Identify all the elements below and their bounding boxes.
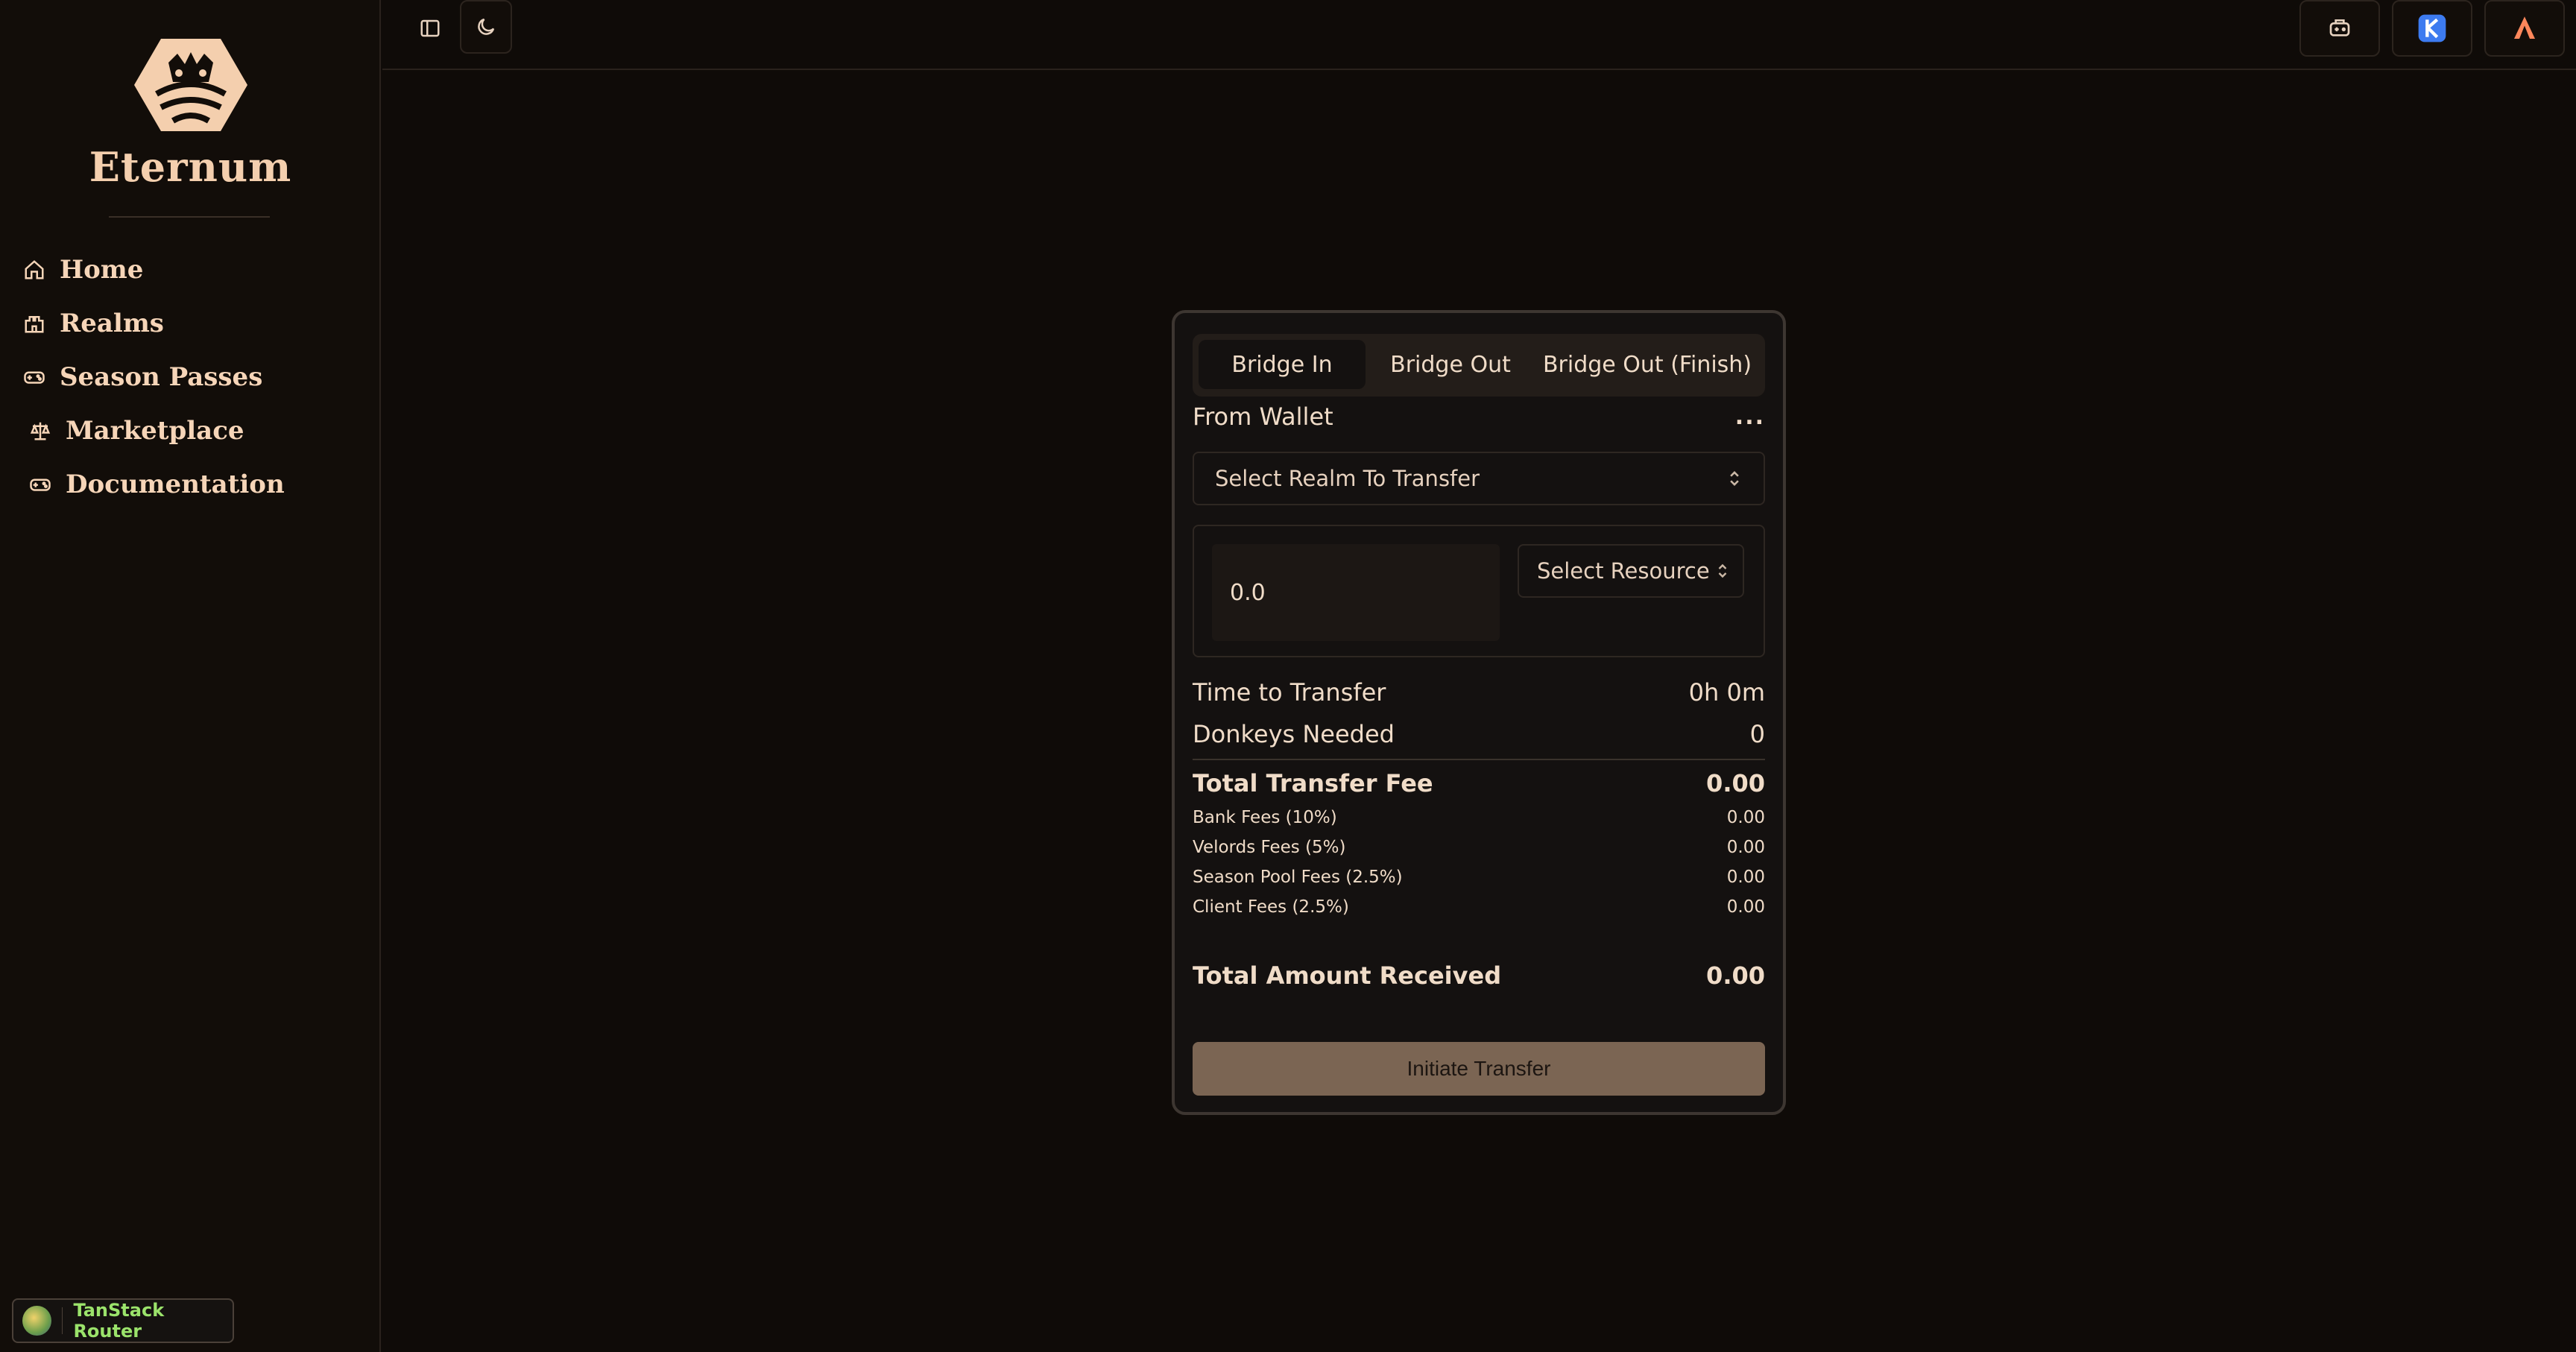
controller-icon — [2329, 19, 2350, 37]
sidebar-item-label: Documentation — [66, 470, 285, 499]
time-to-transfer-row: Time to Transfer 0h 0m — [1193, 678, 1765, 707]
resource-select[interactable]: Select Resource — [1518, 544, 1744, 598]
fee-label: Velords Fees (5%) — [1193, 838, 1346, 857]
brand-logo[interactable]: Eternum — [0, 33, 381, 191]
chevron-up-down-icon — [1718, 563, 1727, 578]
donkeys-needed-row: Donkeys Needed 0 — [1193, 720, 1765, 748]
total-received-value: 0.00 — [1706, 961, 1765, 990]
fee-row: Bank Fees (10%) 0.00 — [1193, 808, 1765, 827]
donkeys-value: 0 — [1749, 720, 1765, 748]
bridge-tabs: Bridge In Bridge Out Bridge Out (Finish) — [1193, 334, 1765, 397]
sidebar-toggle-button[interactable] — [394, 0, 466, 57]
fee-value: 0.00 — [1726, 868, 1765, 887]
fee-value: 0.00 — [1726, 808, 1765, 827]
tanstack-logo-icon — [22, 1306, 51, 1336]
bridge-card: Bridge In Bridge Out Bridge Out (Finish)… — [1172, 310, 1786, 1115]
theme-toggle-button[interactable] — [460, 0, 512, 54]
sidebar-item-marketplace[interactable]: Marketplace — [21, 404, 285, 458]
sidebar-toggle-icon — [420, 19, 440, 37]
tab-bridge-out-finish[interactable]: Bridge Out (Finish) — [1535, 340, 1759, 389]
total-fee-value: 0.00 — [1706, 769, 1765, 797]
keplr-wallet-button[interactable] — [2392, 0, 2472, 57]
brand-name: Eternum — [89, 143, 292, 191]
devtools-label: TanStack Router — [73, 1300, 165, 1342]
fee-value: 0.00 — [1726, 897, 1765, 917]
devtools-divider — [61, 1307, 63, 1334]
home-icon — [21, 256, 48, 283]
sidebar-item-home[interactable]: Home — [21, 243, 285, 297]
donkeys-label: Donkeys Needed — [1193, 720, 1395, 748]
realm-select[interactable]: Select Realm To Transfer — [1193, 452, 1765, 505]
total-fee-row: Total Transfer Fee 0.00 — [1193, 769, 1765, 797]
controller-button[interactable] — [2299, 0, 2380, 57]
fee-label: Client Fees (2.5%) — [1193, 897, 1349, 917]
fee-label: Bank Fees (10%) — [1193, 808, 1337, 827]
initiate-transfer-button[interactable]: Initiate Transfer — [1193, 1042, 1765, 1096]
amount-panel: Select Resource — [1193, 525, 1765, 657]
fees-divider — [1193, 759, 1765, 760]
logo-divider — [109, 216, 270, 218]
from-wallet-label: From Wallet — [1193, 402, 1333, 431]
sidebar-item-label: Home — [60, 255, 144, 285]
sidebar-nav: Home Realms Season Passes Marketplace Do… — [21, 243, 285, 511]
moon-icon — [478, 18, 495, 35]
amount-input[interactable] — [1212, 544, 1500, 641]
sidebar-item-season-passes[interactable]: Season Passes — [21, 350, 285, 404]
scale-icon — [27, 417, 54, 444]
total-received-row: Total Amount Received 0.00 — [1193, 961, 1765, 990]
resource-select-label: Select Resource — [1537, 558, 1710, 584]
total-fee-label: Total Transfer Fee — [1193, 769, 1433, 797]
total-received-label: Total Amount Received — [1193, 961, 1502, 990]
top-bar — [382, 0, 2576, 70]
fee-value: 0.00 — [1726, 838, 1765, 857]
k-wallet-icon — [2418, 14, 2446, 42]
fee-row: Velords Fees (5%) 0.00 — [1193, 838, 1765, 857]
fee-row: Season Pool Fees (2.5%) 0.00 — [1193, 868, 1765, 887]
from-wallet-row: From Wallet ... — [1193, 402, 1765, 431]
chevron-up-down-icon — [1730, 471, 1739, 486]
sidebar: Eternum Home Realms Season Passes Market… — [0, 0, 381, 1352]
sidebar-item-realms[interactable]: Realms — [21, 297, 285, 350]
tanstack-router-devtools-button[interactable]: TanStack Router — [12, 1298, 234, 1343]
gamepad-icon — [27, 471, 54, 498]
tab-bridge-in[interactable]: Bridge In — [1199, 340, 1366, 389]
argent-icon — [2514, 16, 2535, 39]
sidebar-item-label: Realms — [60, 309, 164, 338]
gamepad-icon — [21, 364, 48, 391]
argent-wallet-button[interactable] — [2484, 0, 2565, 57]
sidebar-item-label: Season Passes — [60, 362, 263, 392]
fee-label: Season Pool Fees (2.5%) — [1193, 868, 1403, 887]
fee-row: Client Fees (2.5%) 0.00 — [1193, 897, 1765, 917]
eternum-logo-icon — [133, 39, 247, 131]
sidebar-item-label: Marketplace — [66, 416, 244, 446]
time-value: 0h 0m — [1688, 678, 1765, 707]
tab-bridge-out[interactable]: Bridge Out — [1368, 340, 1532, 389]
realm-select-label: Select Realm To Transfer — [1215, 466, 1480, 491]
time-label: Time to Transfer — [1193, 678, 1386, 707]
sidebar-item-documentation[interactable]: Documentation — [21, 458, 285, 511]
castle-icon — [21, 310, 48, 337]
from-wallet-address: ... — [1734, 403, 1765, 430]
